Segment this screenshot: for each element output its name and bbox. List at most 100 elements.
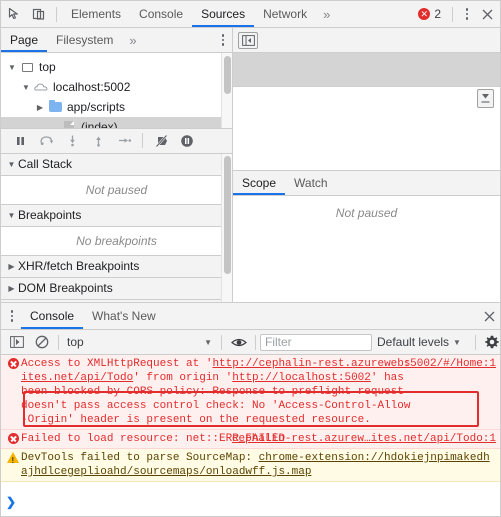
scope-watch-tabbar: Scope Watch [233,170,500,196]
error-count-badge[interactable]: ✕ 2 [412,7,447,21]
console-toolbar-divider-4 [474,334,476,350]
main-toolbar: Elements Console Sources Network » ✕ 2 [1,1,500,28]
call-stack-empty-message: Not paused [1,175,232,205]
editor-placeholder-area [233,53,500,87]
live-expression-eye-icon[interactable] [226,331,251,354]
clear-console-icon[interactable] [29,331,54,354]
toolbar-divider [56,6,57,22]
tab-elements[interactable]: Elements [62,1,130,27]
tree-item-index[interactable]: (index) [1,117,232,128]
navigator-tabbar: Page Filesystem » [1,28,232,53]
disclosure-triangle-icon: ▶ [8,283,15,293]
section-xhr-fetch-breakpoints[interactable]: ▶ XHR/fetch Breakpoints [1,255,232,278]
tab-filesystem[interactable]: Filesystem [47,28,122,52]
device-toolbar-icon[interactable] [27,3,51,25]
debugger-toolbar-divider [142,133,143,149]
disclosure-triangle-icon: ▼ [7,159,16,169]
step-over-next-function-call-button[interactable] [33,129,59,153]
tab-whats-new[interactable]: What's New [83,303,165,329]
navigator-menu-icon[interactable] [214,34,232,46]
tab-watch[interactable]: Watch [285,171,337,195]
more-navigator-tabs-chevron-icon[interactable]: » [122,33,143,48]
file-tree-scrollbar[interactable] [221,53,232,128]
tab-console-drawer[interactable]: Console [21,303,84,329]
log-levels-label: Default levels [377,335,450,349]
console-context-label: top [67,335,84,349]
console-message-sourcemap-warning[interactable]: DevTools failed to parse SourceMap: chro… [1,449,500,482]
console-message-failed-load[interactable]: Failed to load resource: net::ERR_FAILED… [1,430,500,449]
tab-console[interactable]: Console [130,1,192,27]
inspect-cursor-icon[interactable] [3,3,27,25]
file-tree-scrollbar-thumb[interactable] [224,56,231,94]
console-message-cors-error[interactable]: Access to XMLHttpRequest at 'http://ceph… [1,355,500,430]
cloud-icon [33,82,49,92]
debugger-toolbar [1,127,232,154]
section-title: DOM Breakpoints [18,281,113,296]
sources-panel: Page Filesystem » ▼ top ▼ localhost:5002… [1,28,500,303]
file-tree: ▼ top ▼ localhost:5002 ▶ app/scripts (in… [1,53,232,128]
tree-item-app-scripts[interactable]: ▶ app/scripts [1,97,232,117]
prompt-arrow-icon: ❯ [6,496,17,510]
drawer-menu-icon[interactable] [3,310,21,322]
tab-network[interactable]: Network [254,1,316,27]
tab-page[interactable]: Page [1,28,48,52]
drawer-tabbar: Console What's New [1,303,500,330]
disclosure-triangle-icon[interactable]: ▼ [19,83,33,92]
tree-item-localhost[interactable]: ▼ localhost:5002 [1,77,232,97]
console-settings-gear-icon[interactable] [480,331,501,354]
tab-scope[interactable]: Scope [233,171,286,195]
filter-input[interactable] [260,333,372,351]
frame-icon [19,62,35,72]
editor-column: Scope Watch Not paused [233,28,500,302]
console-message-source-link[interactable]: :5002/#/Home:1 [404,357,496,371]
step-out-of-current-function-button[interactable] [85,129,111,153]
console-context-selector[interactable]: top ▼ [63,335,217,349]
console-sidebar-toggle-icon[interactable] [4,331,29,354]
chevron-down-icon: ▼ [453,337,461,347]
console-input-prompt[interactable]: ❯ [1,492,500,516]
console-message-source-link[interactable]: cephalin-rest.azurew…ites.net/api/Todo:1 [232,432,496,446]
chevron-down-icon: ▼ [204,337,212,347]
step-button[interactable] [111,129,137,153]
scope-pane-body: Not paused [233,195,500,302]
debugger-sidebar-scrollbar[interactable] [221,153,232,302]
section-dom-breakpoints[interactable]: ▶ DOM Breakpoints [1,277,232,300]
debugger-sidebar-scrollbar-thumb[interactable] [224,155,231,274]
scope-empty-message: Not paused [335,205,398,220]
kebab-menu-icon[interactable] [458,8,476,20]
close-icon[interactable] [476,3,498,25]
tree-item-label: app/scripts [67,100,126,114]
tree-item-top[interactable]: ▼ top [1,57,232,77]
tab-sources[interactable]: Sources [192,1,255,27]
console-toolbar-divider-2 [221,334,222,350]
console-toolbar-divider [58,334,59,350]
close-drawer-icon[interactable] [478,305,500,327]
folder-icon [47,99,63,112]
section-breakpoints[interactable]: ▼ Breakpoints [1,204,232,227]
more-options-dropdown-icon[interactable] [477,89,494,108]
pause-script-execution-button[interactable] [7,129,33,153]
log-levels-selector[interactable]: Default levels ▼ [372,335,471,349]
editor-content-area [233,87,500,170]
tree-item-label: (index) [81,120,118,128]
more-panels-chevron-icon[interactable]: » [316,7,337,22]
devtools-window: Elements Console Sources Network » ✕ 2 P… [0,0,501,517]
disclosure-triangle-icon[interactable]: ▶ [33,103,47,112]
section-title: Breakpoints [18,208,82,223]
toolbar-divider-2 [452,6,453,22]
console-toolbar-divider-3 [255,334,256,350]
navigator-column: Page Filesystem » ▼ top ▼ localhost:5002… [1,28,233,302]
deactivate-breakpoints-button[interactable] [148,129,174,153]
collapse-sidebar-icon[interactable] [238,31,258,49]
error-icon [5,357,21,427]
tree-item-label: localhost:5002 [53,80,131,94]
document-icon [61,121,77,128]
disclosure-triangle-icon[interactable]: ▼ [5,63,19,72]
pause-on-exceptions-button[interactable] [174,129,200,153]
step-into-next-function-call-button[interactable] [59,129,85,153]
section-global-listeners[interactable]: ▶ Global Listeners [1,299,232,302]
breakpoints-empty-message: No breakpoints [1,226,232,256]
section-title: Call Stack [18,157,73,172]
section-call-stack[interactable]: ▼ Call Stack [1,153,232,176]
error-icon [5,432,21,446]
